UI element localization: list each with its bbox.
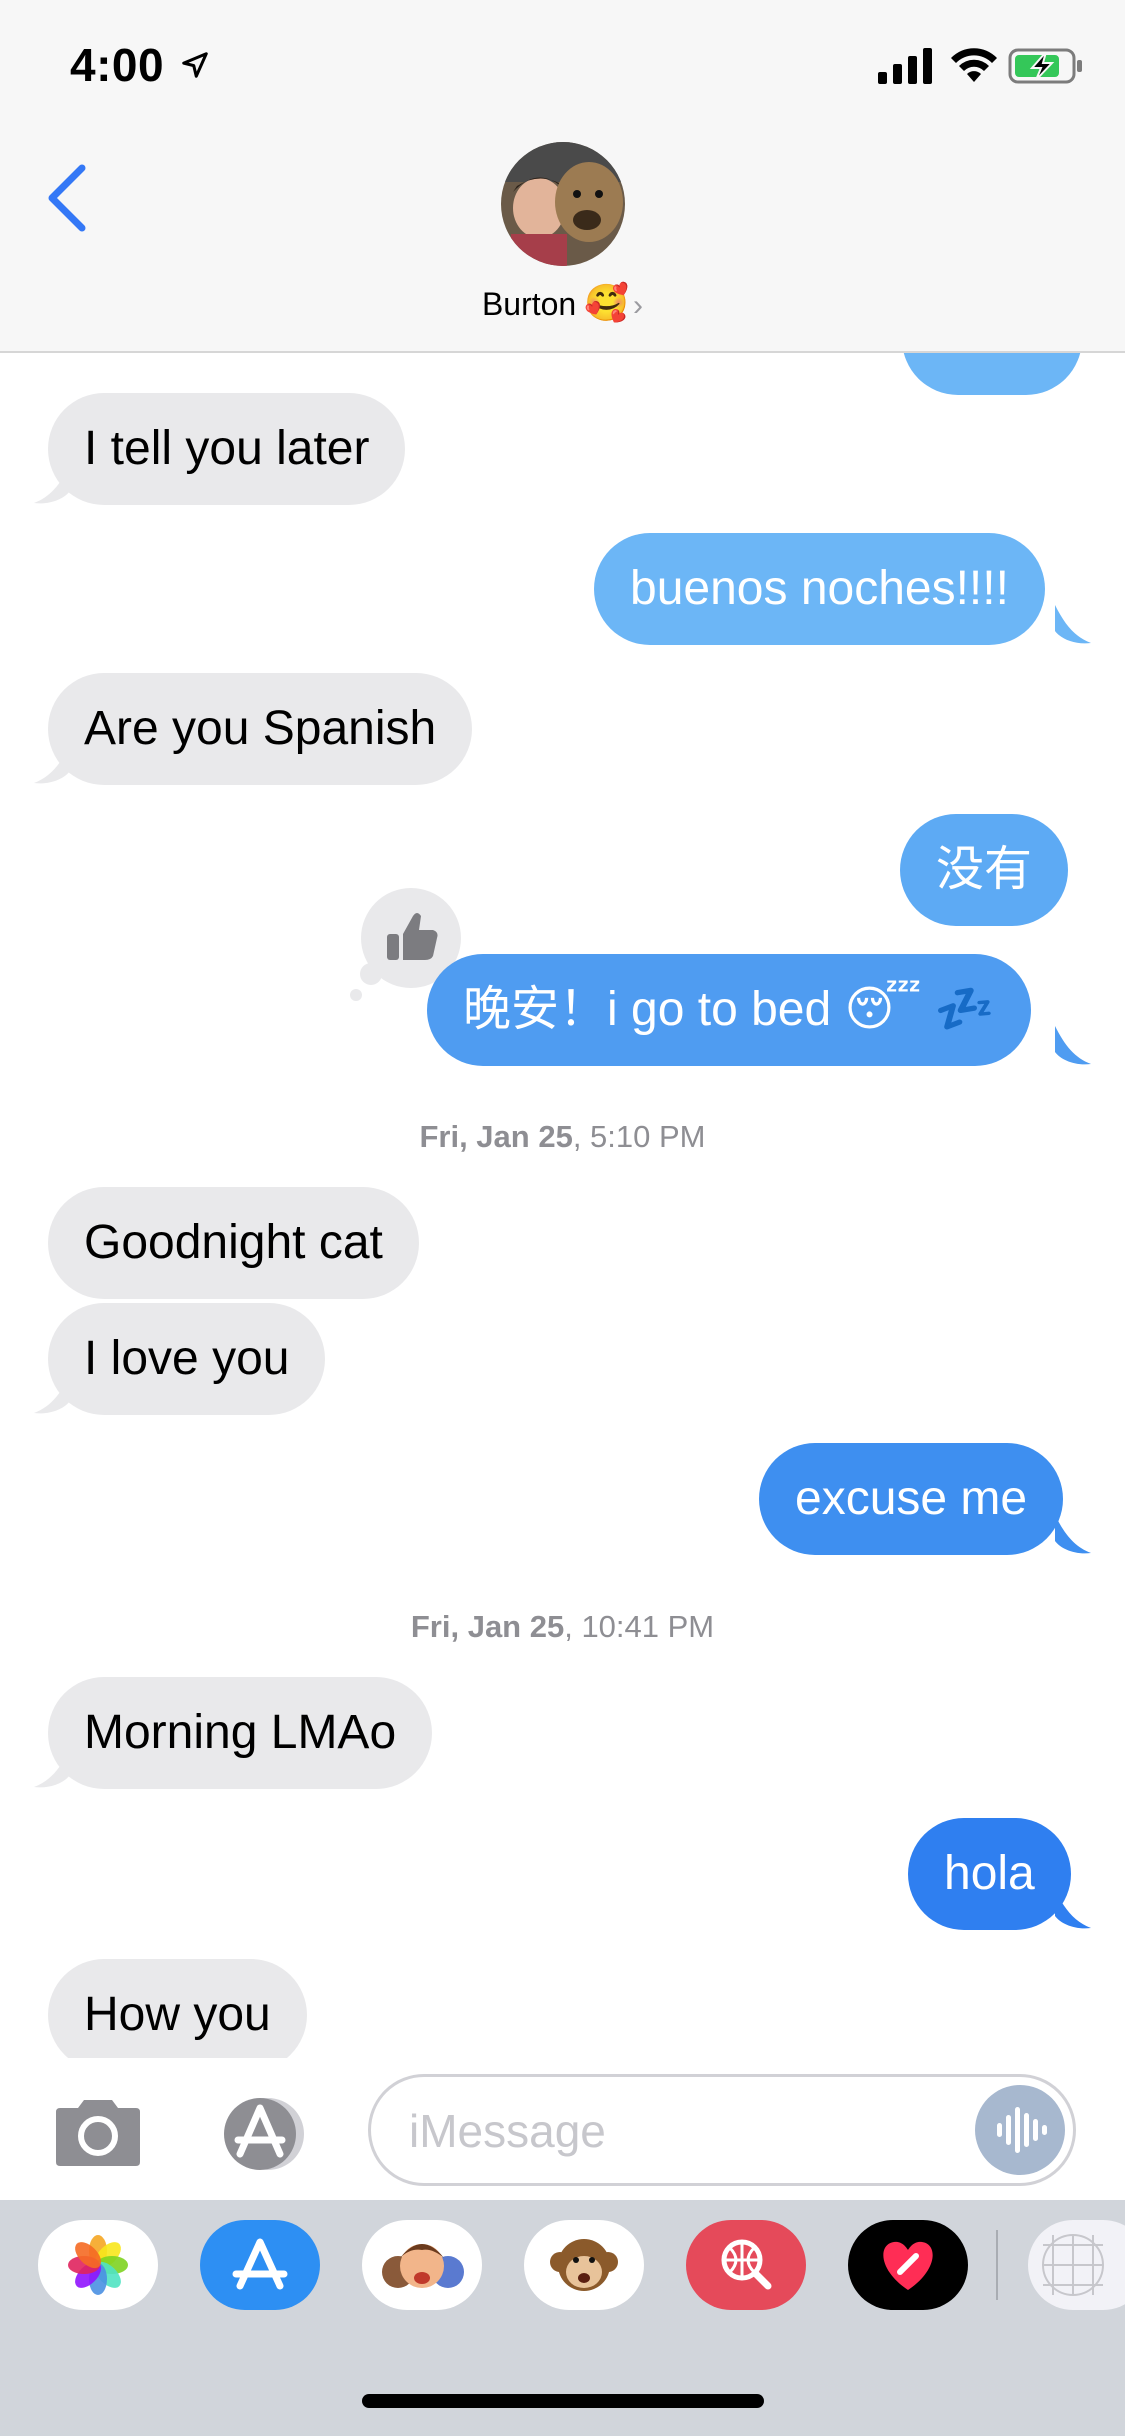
grid-placeholder-icon (1042, 2234, 1104, 2296)
bubble-tail (34, 465, 70, 504)
message-text: 没有 (936, 843, 1033, 896)
compose-bar (0, 2058, 1125, 2200)
message-input[interactable] (407, 2077, 991, 2185)
message-bubble-outgoing[interactable]: excuse me (759, 1443, 1064, 1555)
timestamp-time: , 10:41 PM (564, 1609, 715, 1644)
camera-icon[interactable] (50, 2098, 146, 2168)
more-apps-icon[interactable] (1028, 2220, 1125, 2310)
message-list[interactable]: I tell you later buenos noches!!!! Are y… (0, 353, 1125, 2058)
message-text: buenos noches!!!! (630, 562, 1009, 615)
status-bar: 4:00 (0, 0, 1125, 132)
message-text: Morning LMAo (84, 1706, 397, 1759)
message-bubble-incoming[interactable]: Are you Spanish (48, 673, 473, 785)
message-text: Goodnight cat (84, 1216, 383, 1269)
message-bubble-outgoing[interactable]: hola (908, 1818, 1071, 1930)
memoji-faces-icon (382, 2244, 464, 2288)
message-bubble-incoming[interactable]: Goodnight cat (48, 1187, 419, 1299)
tapback-bubble-dot (360, 963, 382, 985)
conversation-header: Burton 🥰 › (0, 132, 1125, 353)
bubble-tail (1055, 1026, 1091, 1065)
message-text: I tell you later (84, 422, 370, 475)
partial-message-bubble (902, 353, 1082, 395)
app-store-app-icon[interactable] (200, 2220, 320, 2310)
drawer-divider (996, 2230, 998, 2300)
timestamp-day: Fri, Jan 25 (419, 1119, 573, 1154)
contact-avatar[interactable] (501, 142, 625, 266)
timestamp-day: Fri, Jan 25 (410, 1609, 565, 1644)
home-indicator[interactable] (362, 2394, 764, 2408)
timestamp-time: , 5:10 PM (572, 1119, 706, 1154)
battery-charging-icon (1008, 48, 1082, 84)
message-text: How you (84, 1988, 271, 2041)
photos-flower-icon (68, 2235, 128, 2295)
message-bubble-incoming[interactable]: I love you (48, 1303, 326, 1415)
contact-name-row[interactable]: Burton 🥰 › (0, 282, 1125, 324)
bubble-tail (1055, 1515, 1091, 1554)
contact-emoji: 🥰 (584, 282, 630, 323)
message-text: hola (944, 1847, 1035, 1900)
message-bubble-outgoing[interactable]: 晚安！i go to bed 😴 💤 (427, 954, 1031, 1066)
audio-waveform-icon (997, 2107, 1047, 2153)
chevron-left-icon[interactable] (44, 162, 90, 234)
timestamp: Fri, Jan 25, 10:41 PM (0, 1609, 1125, 1645)
message-bubble-outgoing[interactable]: buenos noches!!!! (594, 533, 1045, 645)
audio-message-button[interactable] (975, 2085, 1065, 2175)
digital-touch-icon[interactable] (848, 2220, 968, 2310)
location-arrow-icon (182, 52, 208, 78)
app-store-glyph (232, 2238, 288, 2290)
animoji-app-icon[interactable] (524, 2220, 644, 2310)
memoji-app-icon[interactable] (362, 2220, 482, 2310)
message-text: 晚安！i go to bed 😴 💤 (463, 983, 995, 1036)
cellular-signal-icon (878, 48, 932, 84)
app-store-icon[interactable] (210, 2094, 316, 2174)
monkey-face-icon (550, 2239, 618, 2291)
bubble-tail (34, 1375, 70, 1414)
avatar-photo (501, 142, 625, 266)
contact-name: Burton (481, 286, 577, 322)
bubble-tail (34, 1749, 70, 1788)
bubble-tail (34, 745, 70, 784)
web-images-search-icon[interactable] (686, 2220, 806, 2310)
message-input-field[interactable] (368, 2074, 1076, 2186)
message-text: Are you Spanish (84, 702, 437, 755)
message-bubble-incoming[interactable]: How you (48, 1959, 307, 2058)
timestamp: Fri, Jan 25, 5:10 PM (0, 1119, 1125, 1155)
bubble-tail (1055, 605, 1091, 644)
message-bubble-incoming[interactable]: I tell you later (48, 393, 406, 505)
photos-app-icon[interactable] (38, 2220, 158, 2310)
globe-search-icon (721, 2239, 772, 2290)
wifi-icon (951, 48, 997, 82)
chevron-right-icon: › (633, 289, 644, 322)
message-text: excuse me (795, 1472, 1028, 1525)
bubble-tail (1055, 1890, 1091, 1929)
message-text: I love you (84, 1332, 290, 1385)
heart-touch-icon (883, 2241, 933, 2290)
status-time: 4:00 (70, 39, 165, 91)
message-bubble-incoming[interactable]: Morning LMAo (48, 1677, 433, 1789)
tapback-bubble-dot (350, 989, 362, 1001)
message-bubble-outgoing[interactable]: 没有 (900, 814, 1069, 926)
